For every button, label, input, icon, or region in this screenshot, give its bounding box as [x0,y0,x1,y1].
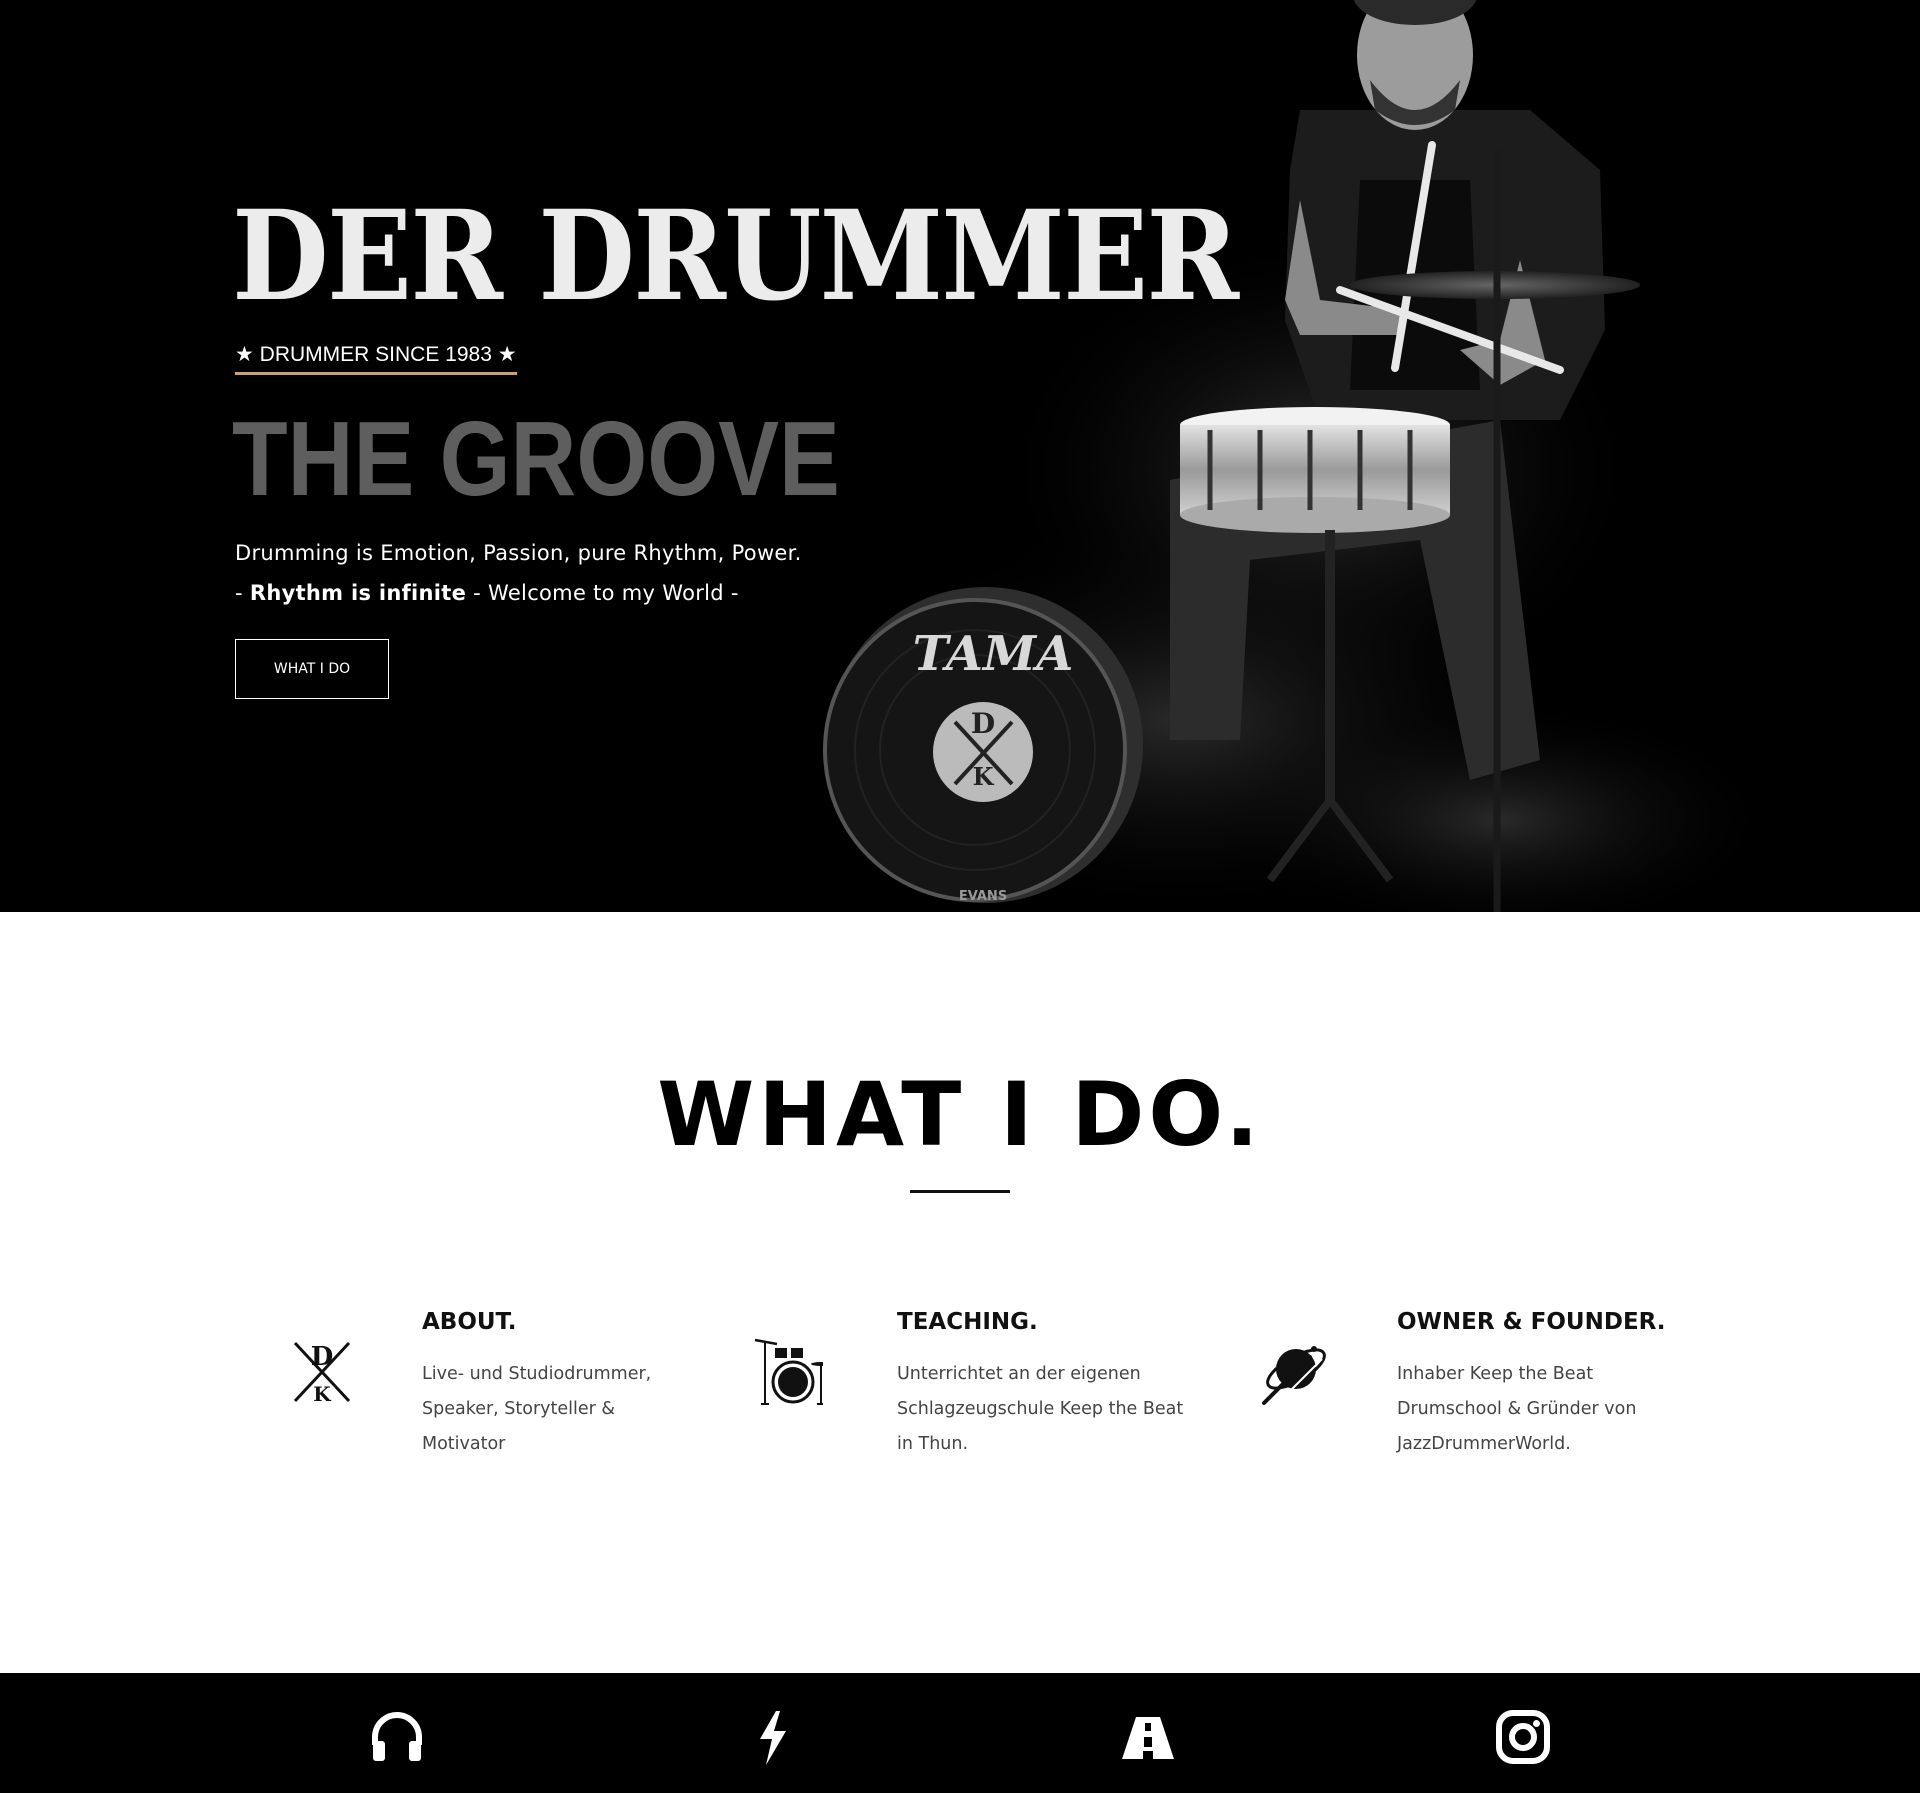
card-text-about: Live- und Studiodrummer, Speaker, Storyt… [422,1357,682,1462]
svg-text:K: K [313,1382,331,1406]
section-title: WHAT I DO. [657,1063,1263,1166]
card-line: Motivator [422,1434,506,1454]
what-i-do-button[interactable]: WHAT I DO [235,639,389,699]
section-divider [910,1190,1010,1193]
road-icon[interactable] [1118,1707,1178,1767]
logo-dk-icon: D K [293,1341,351,1406]
instagram-icon[interactable] [1493,1707,1553,1767]
tagline-bold: Rhythm is infinite [249,581,467,605]
hero-headline: THE GROOVE [232,400,840,518]
tagline-suffix: - Welcome to my World - [466,581,739,605]
card-line: in Thun. [897,1434,969,1454]
svg-text:TAMA: TAMA [913,626,1074,682]
lightning-icon[interactable] [742,1707,802,1767]
card-title-owner: OWNER & FOUNDER. [1397,1309,1666,1335]
card-title-about: ABOUT. [422,1309,517,1335]
card-text-owner: Inhaber Keep the Beat Drumschool & Gründ… [1397,1357,1677,1462]
brand-title: DER DRUMMER [232,184,1239,329]
planet-drumsticks-icon [1262,1346,1326,1405]
hero-section: D K TAMA EVANS DER DRUMMER ★ DRUMMER SIN… [0,0,1920,912]
drum-kit-icon [754,1338,823,1405]
card-text-teaching: Unterrichtet an der eigenen Schlagzeugsc… [897,1357,1217,1462]
tagline-prefix: - [235,581,250,605]
headphones-icon[interactable] [367,1707,427,1767]
since-badge: ★ DRUMMER SINCE 1983 ★ [235,342,517,375]
svg-text:D: D [971,707,995,740]
card-line: Speaker, Storyteller & [422,1399,616,1419]
card-line: Live- und Studiodrummer, [422,1364,652,1384]
card-line: Unterrichtet an der eigenen [897,1364,1141,1384]
card-line: Drumschool & Gründer von [1397,1399,1637,1419]
svg-text:EVANS: EVANS [959,889,1007,904]
svg-text:K: K [973,762,995,791]
card-line: Schlagzeugschule Keep the Beat [897,1399,1184,1419]
svg-text:D: D [311,1342,334,1372]
card-title-teaching: TEACHING. [897,1309,1038,1335]
hero-tagline-line1: Drumming is Emotion, Passion, pure Rhyth… [235,541,802,565]
hero-tagline-line2: - Rhythm is infinite - Welcome to my Wor… [235,578,739,608]
card-line: JazzDrummerWorld. [1397,1434,1571,1454]
footer-icon-bar [0,1673,1920,1793]
card-line: Inhaber Keep the Beat [1397,1364,1594,1384]
